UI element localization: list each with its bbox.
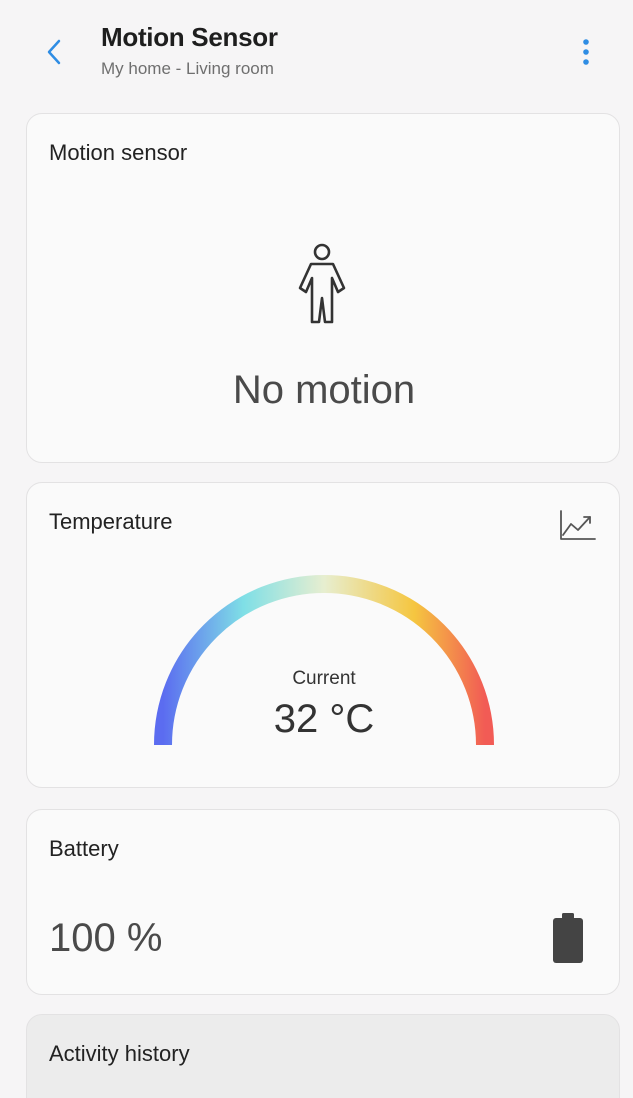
activity-history-title: Activity history xyxy=(49,1041,190,1066)
battery-full-icon xyxy=(553,913,583,963)
app-header: Motion Sensor My home - Living room xyxy=(0,0,633,100)
more-vertical-icon xyxy=(583,39,589,65)
temperature-card[interactable]: Temperature Current 32 °C xyxy=(26,482,620,788)
activity-history-card[interactable]: Activity history xyxy=(26,1014,620,1098)
more-options-button[interactable] xyxy=(568,32,604,72)
page-title: Motion Sensor xyxy=(101,22,278,52)
person-icon xyxy=(298,243,346,324)
battery-card-title: Battery xyxy=(49,836,119,861)
motion-card-title: Motion sensor xyxy=(49,140,188,165)
temperature-value: 32 °C xyxy=(273,697,375,741)
motion-sensor-card[interactable]: Motion sensor No motion xyxy=(26,113,620,463)
page-subtitle: My home - Living room xyxy=(101,59,274,78)
app-screen: Motion Sensor My home - Living room Moti… xyxy=(0,0,633,1098)
battery-card[interactable]: Battery 100 % xyxy=(26,809,620,995)
battery-value: 100 % xyxy=(49,916,163,960)
motion-status: No motion xyxy=(232,368,416,412)
line-chart-icon[interactable] xyxy=(557,507,599,543)
temperature-card-title: Temperature xyxy=(49,509,173,534)
back-button[interactable] xyxy=(34,32,74,72)
chevron-left-icon xyxy=(47,39,61,65)
gauge-label: Current xyxy=(292,668,356,689)
